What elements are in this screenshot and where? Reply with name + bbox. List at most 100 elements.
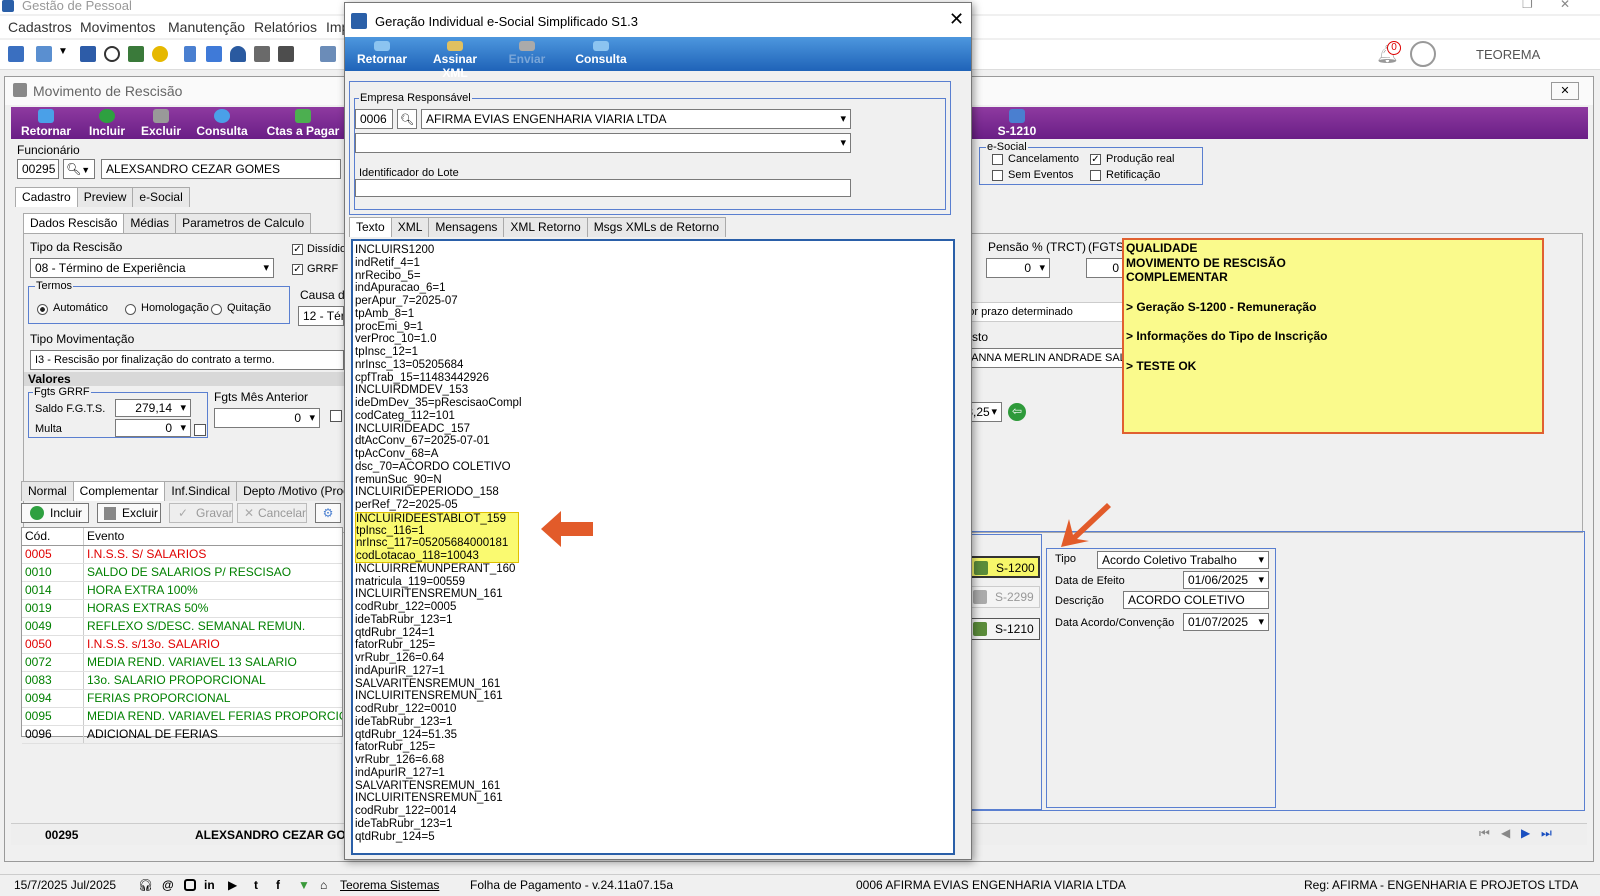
close-window-icon[interactable]: ✕ [1560, 0, 1570, 11]
grid-cancelar-button[interactable]: ✕ Cancelar [237, 503, 307, 523]
s1210-button[interactable]: S-1210 [966, 618, 1040, 640]
menu-cadastros[interactable]: Cadastros [8, 19, 72, 35]
close-icon[interactable]: ✕ [1551, 82, 1579, 100]
user-icon[interactable] [230, 46, 246, 62]
next-page-icon[interactable]: ▶ [1521, 826, 1530, 840]
empresa-search-button[interactable]: 🔍︎ [397, 109, 417, 129]
last-page-icon[interactable]: ⏭ [1541, 826, 1552, 841]
funcionario-name-input[interactable]: ALEXSANDRO CEZAR GOMES [101, 159, 341, 179]
multa-checkbox[interactable] [194, 424, 206, 436]
linkedin-icon[interactable]: in [204, 875, 215, 895]
radio-automatico[interactable] [37, 304, 48, 315]
table-row[interactable]: 0010 SALDO DE SALARIOS P/ RESCISAO [22, 564, 342, 582]
secondary-select[interactable] [355, 133, 851, 153]
enviar-button[interactable]: Enviar [503, 41, 551, 66]
grid-excluir-button[interactable]: Excluir [97, 503, 161, 523]
empresa-code-input[interactable]: 0006 [355, 109, 393, 129]
s2299-button[interactable]: S-2299 [966, 586, 1040, 608]
pensao-fgts-input[interactable]: 0 [1086, 258, 1124, 278]
dialog-consulta-button[interactable]: Consulta [573, 41, 629, 66]
status-site-link[interactable]: Teorema Sistemas [340, 875, 439, 895]
tab-complementar[interactable]: Complementar [72, 481, 166, 501]
prev-page-icon[interactable]: ◀ [1501, 826, 1510, 840]
grrf-checkbox[interactable]: ✓ [292, 264, 303, 275]
fgts-mes-anterior-input[interactable]: 0 [214, 408, 320, 428]
people-icon[interactable] [320, 46, 336, 62]
pensao-input[interactable]: 0 [986, 258, 1050, 278]
clock-icon[interactable] [104, 46, 120, 62]
tab-xml[interactable]: XML [390, 217, 430, 237]
refresh-icon[interactable]: ⇦ [1008, 403, 1026, 421]
tool-icon[interactable] [206, 46, 222, 62]
menu-relatorios[interactable]: Relatórios [254, 19, 317, 35]
s1210-toolbar-button[interactable]: S-1210 [993, 109, 1041, 138]
table-row[interactable]: 0083 13o. SALARIO PROPORCIONAL [22, 672, 342, 690]
table-row[interactable]: 0049 REFLEXO S/DESC. SEMANAL REMUN. [22, 618, 342, 636]
tool-icon[interactable] [278, 46, 294, 62]
table-row[interactable]: 0095 MEDIA REND. VARIAVEL FERIAS PROPORCI… [22, 708, 342, 726]
ctas-pagar-button[interactable]: Ctas a Pagar [265, 109, 341, 138]
table-row[interactable]: 0019 HORAS EXTRAS 50% [22, 600, 342, 618]
sem-eventos-checkbox[interactable] [992, 170, 1003, 181]
acordo-tipo-select[interactable]: Acordo Coletivo Trabalho [1097, 551, 1269, 569]
table-row[interactable]: 0072 MEDIA REND. VARIAVEL 13 SALARIO [22, 654, 342, 672]
dialog-close-icon[interactable]: ✕ [949, 9, 964, 30]
cancelamento-checkbox[interactable] [992, 154, 1003, 165]
settings-button[interactable]: ⚙ [315, 503, 341, 523]
email-icon[interactable]: @ [162, 875, 174, 895]
tab-msgs-xmls-retorno[interactable]: Msgs XMLs de Retorno [586, 217, 727, 237]
retornar-button[interactable]: Retornar [17, 109, 75, 138]
producao-checkbox[interactable]: ✓ [1090, 154, 1101, 165]
descricao-input[interactable]: ACORDO COLETIVO [1123, 591, 1269, 609]
tab-cadastro[interactable]: Cadastro [15, 187, 78, 207]
prazo-input[interactable]: o por prazo determinado [948, 302, 1128, 322]
tool-icon[interactable] [8, 46, 24, 62]
fgts-mes-checkbox[interactable] [330, 410, 342, 422]
tab-preview[interactable]: Preview [76, 187, 134, 207]
dialog-retornar-button[interactable]: Retornar [353, 41, 411, 66]
grid-incluir-button[interactable]: Incluir [21, 503, 89, 523]
table-row[interactable]: 0096 ADICIONAL DE FERIAS [22, 726, 342, 744]
sun-icon[interactable] [152, 46, 168, 62]
facebook-icon[interactable]: f [276, 875, 280, 895]
tab-mensagens[interactable]: Mensagens [428, 217, 505, 237]
s1200-button[interactable]: S-1200 [966, 556, 1040, 578]
menu-movimentos[interactable]: Movimentos [80, 19, 155, 35]
incluir-button[interactable]: Incluir [85, 109, 129, 138]
tool-icon[interactable] [80, 46, 96, 62]
first-page-icon[interactable]: ⏮ [1479, 826, 1490, 841]
tab-normal[interactable]: Normal [21, 481, 74, 501]
retificacao-checkbox[interactable] [1090, 170, 1101, 181]
lote-input[interactable] [355, 179, 851, 197]
tab-parametros[interactable]: Parametros de Calculo [175, 213, 312, 233]
saldo-fgts-input[interactable]: 279,14 [115, 399, 191, 417]
avatar[interactable] [1410, 41, 1436, 67]
radio-quitacao[interactable] [211, 304, 222, 315]
excluir-button[interactable]: Excluir [139, 109, 183, 138]
tab-medias[interactable]: Médias [123, 213, 177, 233]
tab-texto[interactable]: Texto [349, 217, 392, 237]
table-row[interactable]: 0005 I.N.S.S. S/ SALARIOS [22, 546, 342, 564]
consulta-button[interactable]: Consulta [195, 109, 249, 138]
data-acordo-input[interactable]: 01/07/2025 [1183, 613, 1269, 631]
restore-window-icon[interactable]: ❐ [1522, 0, 1533, 11]
list-icon[interactable] [184, 46, 196, 62]
chevron-down-icon[interactable]: ▼ [58, 46, 68, 57]
tipo-rescisao-select[interactable]: 08 - Término de Experiência [30, 258, 274, 278]
empresa-name-select[interactable]: AFIRMA EVIAS ENGENHARIA VIARIA LTDA [421, 109, 851, 129]
causa-select[interactable]: 12 - Térm [298, 306, 344, 326]
radio-homologacao[interactable] [125, 304, 136, 315]
funcionario-search-button[interactable]: 🔍︎▼ [63, 159, 95, 179]
instagram-icon[interactable] [184, 879, 196, 891]
table-row[interactable]: 0050 I.N.S.S. s/13o. SALARIO [22, 636, 342, 654]
dissidio-checkbox[interactable]: ✓ [292, 244, 303, 255]
grid-gravar-button[interactable]: ✓ Gravar [169, 503, 233, 523]
multa-input[interactable]: 0 [115, 419, 191, 437]
youtube-icon[interactable]: ▶ [228, 875, 237, 895]
tab-xml-retorno[interactable]: XML Retorno [503, 217, 588, 237]
tool-icon[interactable] [254, 46, 270, 62]
tool-icon[interactable] [128, 46, 144, 62]
table-row[interactable]: 0094 FERIAS PROPORCIONAL [22, 690, 342, 708]
data-efeito-input[interactable]: 01/06/2025 [1183, 571, 1269, 589]
tab-inf-sindical[interactable]: Inf.Sindical [164, 481, 238, 501]
